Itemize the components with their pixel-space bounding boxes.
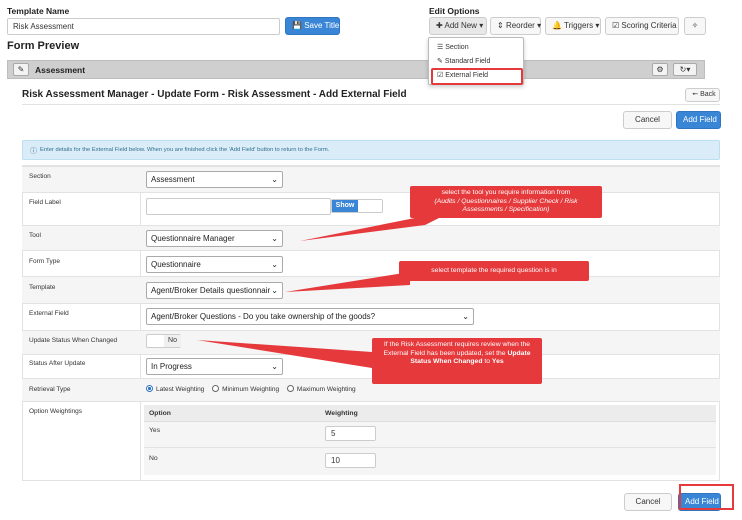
tool-select[interactable]: Questionnaire Manager ⌄	[146, 230, 283, 247]
bell-icon: 🔔	[552, 21, 562, 30]
field-label-input[interactable]	[146, 198, 331, 215]
update-status-label: Update Status When Changed	[29, 337, 118, 344]
weighting-input[interactable]: 5	[325, 426, 376, 441]
cancel-button-top[interactable]: Cancel	[623, 111, 672, 129]
cancel-button-bottom[interactable]: Cancel	[624, 493, 672, 511]
refresh-dropdown[interactable]: ↻▾	[673, 63, 697, 76]
scoring-criteria-button[interactable]: ☑ Scoring Criteria	[605, 17, 679, 35]
row-update-status	[22, 330, 720, 354]
template-label: Template	[29, 284, 56, 291]
add-field-highlight	[679, 484, 734, 510]
plus-circle-icon: ✚	[436, 21, 443, 30]
row-template	[22, 276, 720, 303]
external-field-select[interactable]: Agent/Broker Questions - Do you take own…	[146, 308, 474, 325]
radio-latest-weighting[interactable]: Latest Weighting	[146, 385, 204, 393]
info-circle-icon: ⓘ	[30, 148, 37, 155]
magic-wand-button[interactable]: ✧	[684, 17, 706, 35]
chevron-down-icon: ⌄	[271, 286, 278, 295]
radio-unchecked-icon	[212, 385, 220, 392]
status-after-label: Status After Update	[29, 360, 86, 367]
form-type-label: Form Type	[29, 258, 60, 265]
arrow-left-icon: 🠔	[692, 91, 699, 98]
magic-wand-icon: ✧	[691, 21, 699, 30]
checkbox-icon: ☑	[612, 21, 620, 30]
gear-icon[interactable]: ⚙	[652, 63, 668, 76]
table-row: No 10	[144, 448, 716, 475]
template-name-label: Template Name	[7, 6, 70, 16]
row-form-type	[22, 250, 720, 276]
tool-label: Tool	[29, 232, 41, 239]
update-status-toggle-off: No	[164, 335, 181, 347]
radio-maximum-weighting[interactable]: Maximum Weighting	[286, 385, 356, 393]
list-icon: ☰	[437, 44, 444, 51]
template-name-input[interactable]: Risk Assessment	[7, 18, 280, 35]
field-label-label: Field Label	[29, 199, 61, 206]
retrieval-type-radios: Latest Weighting Minimum Weighting Maxim…	[146, 385, 356, 393]
add-new-button[interactable]: ✚ Add New ▾	[429, 17, 487, 35]
status-callout: If the Risk Assessment requires review w…	[372, 338, 542, 384]
weightings-header: Option Weighting	[144, 405, 716, 422]
radio-unchecked-icon	[286, 385, 294, 392]
preview-section-bar: ✎ Assessment ⚙ ↻▾	[7, 60, 705, 79]
weighting-input[interactable]: 10	[325, 453, 376, 468]
status-after-select[interactable]: In Progress ⌄	[146, 358, 283, 375]
caret-down-icon: ▾	[479, 21, 484, 30]
edit-options-label: Edit Options	[429, 6, 480, 16]
pencil-icon: ✎	[437, 58, 443, 65]
weightings-col-weighting: Weighting	[325, 410, 358, 417]
option-weightings-label: Option Weightings	[29, 408, 82, 415]
save-icon: 💾	[292, 21, 302, 30]
section-select[interactable]: Assessment ⌄	[146, 171, 283, 188]
tool-callout: select the tool you require information …	[410, 186, 602, 218]
external-field-label: External Field	[29, 310, 69, 317]
page-title: Risk Assessment Manager - Update Form - …	[22, 89, 407, 100]
section-label: Section	[29, 173, 51, 180]
back-button[interactable]: 🠔 Back	[685, 88, 720, 102]
radio-checked-icon	[146, 385, 153, 392]
info-text: Enter details for the External Field bel…	[40, 147, 330, 153]
form-preview-title: Form Preview	[7, 40, 80, 52]
menu-item-section[interactable]: ☰ Section	[437, 43, 469, 51]
show-toggle[interactable]: Show	[331, 199, 383, 213]
menu-item-standard-field[interactable]: ✎ Standard Field	[437, 57, 490, 65]
row-section	[22, 166, 720, 192]
update-status-toggle[interactable]: No	[146, 334, 181, 348]
template-select[interactable]: Agent/Broker Details questionnair ⌄	[146, 282, 283, 299]
chevron-down-icon: ⌄	[271, 234, 278, 243]
chevron-down-icon: ⌄	[271, 362, 278, 371]
sort-icon: ⇕	[497, 21, 504, 30]
tool-callout-detail: (Audits / Questionnaires / Supplier Chec…	[434, 197, 578, 214]
triggers-button[interactable]: 🔔 Triggers ▾	[545, 17, 601, 35]
chevron-down-icon: ⌄	[462, 312, 469, 321]
template-callout: select template the required question is…	[399, 261, 589, 281]
edit-icon[interactable]: ✎	[13, 63, 29, 76]
retrieval-type-label: Retrieval Type	[29, 386, 71, 393]
weighting-option: Yes	[149, 427, 161, 434]
table-row: Yes 5	[144, 422, 716, 448]
info-banner: ⓘ Enter details for the External Field b…	[22, 140, 720, 160]
caret-down-icon: ▾	[537, 21, 542, 30]
row-retrieval-type	[22, 378, 720, 401]
caret-down-icon: ▾	[686, 65, 691, 74]
radio-minimum-weighting[interactable]: Minimum Weighting	[212, 385, 279, 393]
row-status-after	[22, 354, 720, 378]
title-divider	[22, 104, 720, 105]
add-field-button-top[interactable]: Add Field	[676, 111, 721, 129]
form-type-select[interactable]: Questionnaire ⌄	[146, 256, 283, 273]
preview-section-name: Assessment	[35, 65, 86, 75]
save-title-button[interactable]: 💾 Save Title	[285, 17, 340, 35]
tool-callout-title: select the tool you require information …	[441, 189, 571, 196]
row-tool	[22, 225, 720, 250]
weighting-option: No	[149, 455, 158, 462]
weightings-col-option: Option	[149, 410, 171, 417]
show-toggle-on: Show	[332, 200, 358, 212]
chevron-down-icon: ⌄	[271, 175, 278, 184]
chevron-down-icon: ⌄	[271, 260, 278, 269]
caret-down-icon: ▾	[595, 21, 600, 30]
external-field-highlight	[431, 68, 523, 85]
reorder-button[interactable]: ⇕ Reorder ▾	[490, 17, 541, 35]
